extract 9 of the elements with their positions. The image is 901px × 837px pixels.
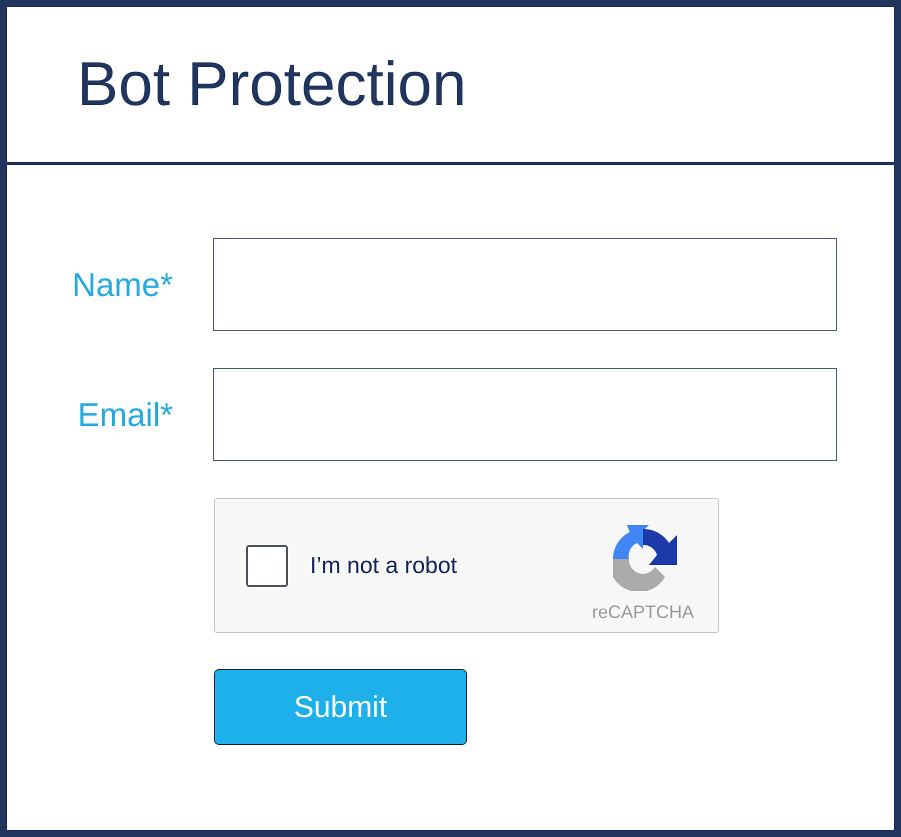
input-field[interactable] xyxy=(213,368,837,461)
submit-button[interactable]: Submit xyxy=(214,669,467,745)
field-label: Name* xyxy=(71,264,174,305)
captcha-checkbox[interactable] xyxy=(246,544,288,586)
input-field[interactable] xyxy=(213,238,837,331)
captcha-label: I’m not a robot xyxy=(310,551,458,580)
page-title: Bot Protection xyxy=(77,54,466,116)
captcha-brand: reCAPTCHA xyxy=(592,601,694,624)
field-label: Email* xyxy=(76,394,174,435)
